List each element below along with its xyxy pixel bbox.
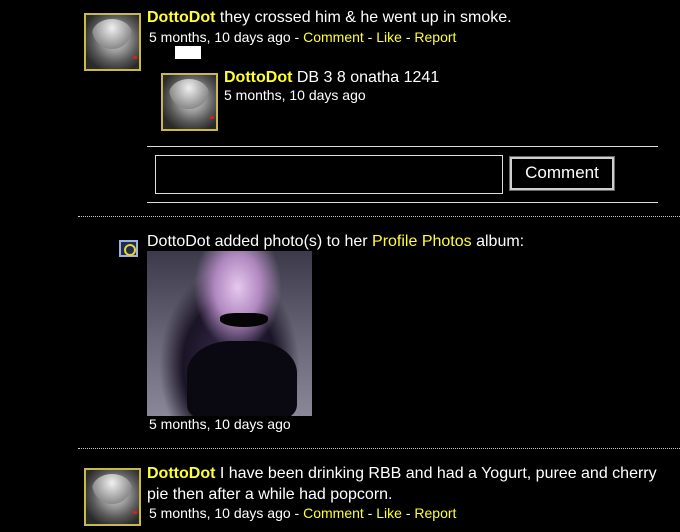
avatar[interactable] [84,468,141,526]
section-separator [78,448,680,449]
divider [147,146,658,147]
profile-photo-thumbnail[interactable] [147,251,312,416]
comment-submit-button[interactable]: Comment [509,156,615,191]
avatar[interactable] [84,13,141,71]
separator: - [290,505,304,521]
activity-timestamp: 5 months, 10 days ago [149,416,291,432]
divider [147,202,658,203]
section-separator [78,216,680,217]
comment-input[interactable] [155,155,503,194]
separator: - [363,29,377,45]
post-text: I have been drinking RBB and had a Yogur… [147,465,657,503]
post-text: they crossed him & he went up in smoke. [219,9,512,26]
post-author-link[interactable]: DottoDot [147,9,215,26]
like-link[interactable]: Like [376,505,402,521]
separator: - [401,505,415,521]
activity-text: DottoDot added photo(s) to her [147,233,368,250]
post-timestamp: 5 months, 10 days ago [149,29,291,45]
report-link[interactable]: Report [414,29,456,45]
like-link[interactable]: Like [376,29,402,45]
profile-photos-link[interactable]: Profile Photos [372,233,472,250]
report-link[interactable]: Report [414,505,456,521]
separator: - [401,29,415,45]
post-author-link[interactable]: DottoDot [147,465,215,482]
reply-timestamp: 5 months, 10 days ago [224,87,366,103]
hidden-element [175,46,201,59]
separator: - [363,505,377,521]
comment-link[interactable]: Comment [303,505,364,521]
reply-text: DB 3 8 onatha 1241 [296,69,440,86]
activity-suffix: album: [476,233,525,250]
post-timestamp: 5 months, 10 days ago [149,505,291,521]
reply-author-link[interactable]: DottoDot [224,69,292,86]
photo-album-icon [119,240,138,257]
reply-avatar[interactable] [161,73,218,131]
separator: - [290,29,304,45]
comment-link[interactable]: Comment [303,29,364,45]
